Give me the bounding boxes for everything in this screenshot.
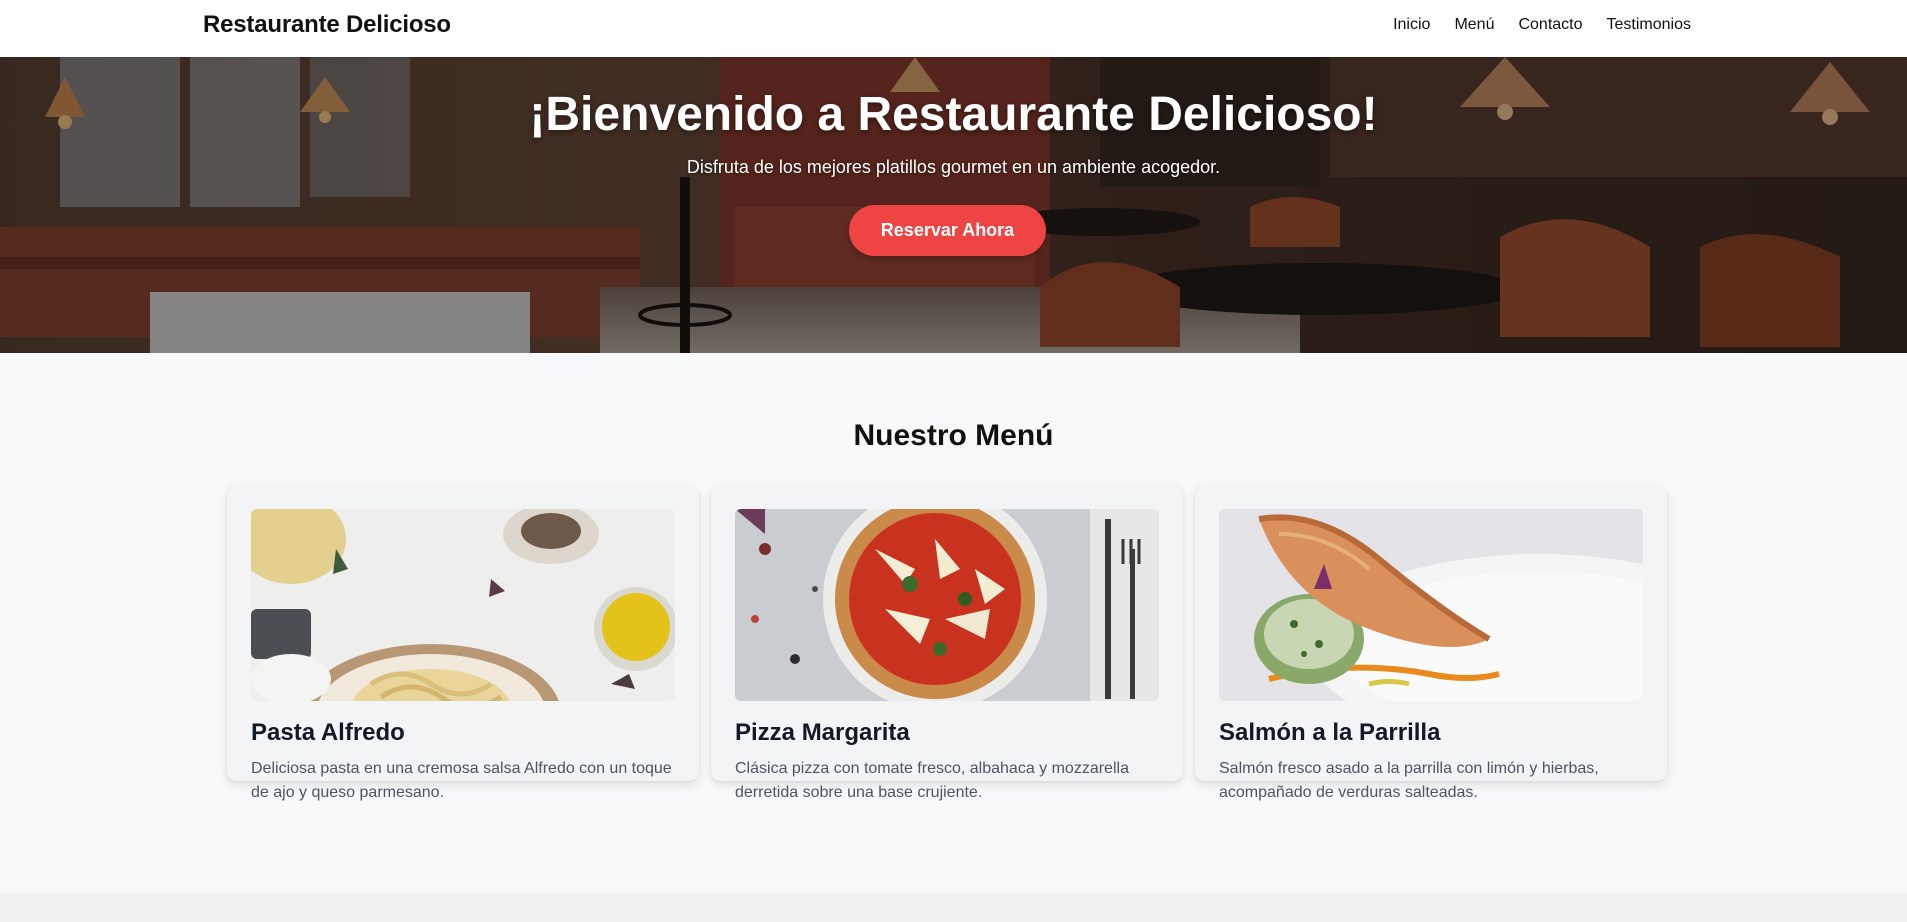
menu-section-title: Nuestro Menú — [853, 419, 1054, 452]
menu-item-name: Salmón a la Parrilla — [1219, 719, 1441, 746]
nav-link-contacto[interactable]: Contacto — [1518, 16, 1582, 34]
menu-card-pasta-alfredo[interactable]: Pasta Alfredo Deliciosa pasta en una cre… — [227, 485, 699, 801]
hero-title: ¡Bienvenido a Restaurante Delicioso! — [529, 88, 1378, 141]
hero-section: ¡Bienvenido a Restaurante Delicioso! Dis… — [0, 57, 1907, 353]
footer-strip — [0, 893, 1907, 922]
navbar: Restaurante Delicioso Inicio Menú Contac… — [0, 0, 1907, 57]
nav-link-testimonios[interactable]: Testimonios — [1607, 16, 1691, 34]
menu-item-name: Pizza Margarita — [735, 719, 910, 746]
hero-subtitle: Disfruta de los mejores platillos gourme… — [686, 157, 1221, 177]
menu-item-name: Pasta Alfredo — [251, 719, 405, 746]
brand-logo-text[interactable]: Restaurante Delicioso — [203, 11, 451, 39]
reserve-now-button[interactable]: Reservar Ahora — [849, 205, 1046, 256]
grilled-salmon-photo — [1219, 509, 1643, 701]
menu-card-salmon-parrilla[interactable]: Salmón a la Parrilla Salmón fresco asado… — [1195, 485, 1667, 801]
nav-link-inicio[interactable]: Inicio — [1393, 16, 1430, 34]
menu-item-description: Deliciosa pasta en una cremosa salsa Alf… — [251, 760, 672, 801]
menu-item-description: Clásica pizza con tomate fresco, albahac… — [735, 760, 1129, 801]
menu-item-description: Salmón fresco asado a la parrilla con li… — [1219, 760, 1599, 801]
menu-section: Nuestro Menú Pasta Alfredo Deliciosa pas… — [0, 353, 1907, 893]
menu-card-pizza-margarita[interactable]: Pizza Margarita Clásica pizza con tomate… — [711, 485, 1183, 801]
nav-link-menu[interactable]: Menú — [1454, 16, 1494, 34]
nav-links: Inicio Menú Contacto Testimonios — [1393, 16, 1691, 34]
pasta-alfredo-photo — [251, 509, 675, 701]
pizza-margarita-photo — [735, 509, 1159, 701]
